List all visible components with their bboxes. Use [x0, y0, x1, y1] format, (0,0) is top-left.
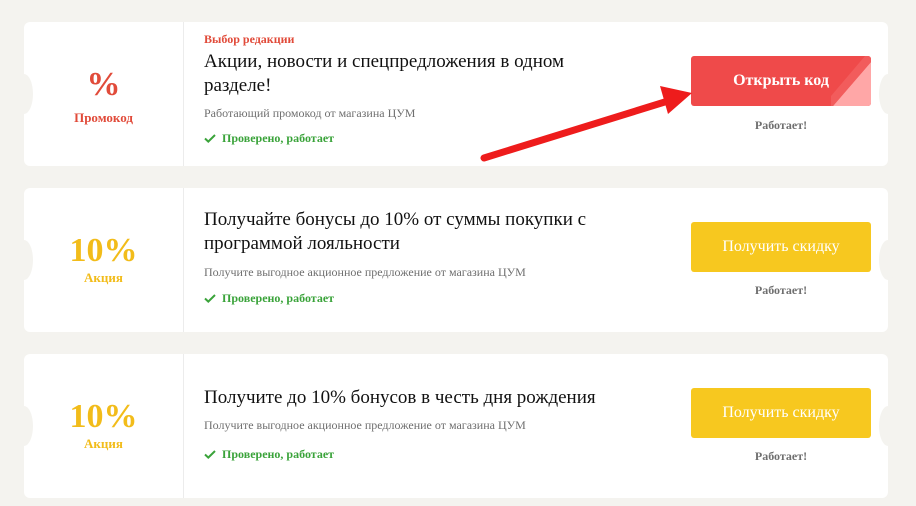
open-code-button[interactable]: Открыть код: [691, 56, 871, 106]
badge-value: 10%: [69, 398, 138, 435]
get-discount-button[interactable]: Получить скидку: [691, 388, 871, 438]
coupon-description: Получите выгодное акционное предложение …: [204, 265, 526, 279]
coupon-title[interactable]: Акции, новости и спецпредложения в одном…: [204, 50, 624, 98]
coupon-title-line: Получите до 10% бонусов в честь дня рожд…: [204, 387, 596, 408]
ticket-notch-right: [879, 74, 897, 114]
coupon-title-line: разделе!: [204, 75, 272, 96]
works-status: Работает!: [754, 283, 808, 297]
works-status: Работает!: [754, 118, 808, 132]
coupon-title-line: Получайте бонусы до 10% от суммы покупки…: [204, 209, 587, 230]
coupon-card-deal: 10% Акция Получайте бонусы до 10% от сум…: [15, 188, 897, 332]
coupon-divider: [183, 354, 184, 498]
verified-status: Проверено, работает: [204, 291, 624, 305]
coupon-description: Работающий промокод от магазина ЦУМ: [204, 106, 416, 120]
coupon-divider: [183, 22, 184, 166]
coupon-content: Получите до 10% бонусов в честь дня рожд…: [204, 386, 624, 461]
peel-corner-icon: [831, 56, 871, 106]
coupon-content: Получайте бонусы до 10% от суммы покупки…: [204, 208, 624, 305]
open-code-label: Открыть код: [733, 72, 829, 89]
coupon-title[interactable]: Получайте бонусы до 10% от суммы покупки…: [204, 208, 624, 256]
check-icon: [204, 293, 216, 303]
coupon-description: Получите выгодное акционное предложение …: [204, 418, 526, 432]
coupon-title-line: Акции, новости и спецпредложения в одном: [204, 51, 565, 72]
verified-text: Проверено, работает: [222, 131, 335, 145]
coupon-card-deal: 10% Акция Получите до 10% бонусов в чест…: [15, 354, 897, 498]
coupon-badge: 10% Акция: [24, 354, 183, 498]
check-icon: [204, 449, 216, 459]
coupon-content: Выбор редакции Акции, новости и спецпред…: [204, 32, 624, 145]
coupon-badge: % Промокод: [24, 22, 183, 166]
get-discount-button[interactable]: Получить скидку: [691, 222, 871, 272]
check-icon: [204, 133, 216, 143]
coupon-divider: [183, 188, 184, 332]
verified-text: Проверено, работает: [222, 447, 335, 461]
get-discount-label: Получить скидку: [722, 238, 840, 255]
get-discount-label: Получить скидку: [722, 404, 840, 421]
coupon-badge: 10% Акция: [24, 188, 183, 332]
verified-status: Проверено, работает: [204, 447, 624, 461]
badge-value: %: [86, 66, 121, 103]
verified-text: Проверено, работает: [222, 291, 335, 305]
coupon-card-promo: % Промокод Выбор редакции Акции, новости…: [15, 22, 897, 166]
badge-type: Промокод: [74, 110, 133, 125]
ticket-notch-right: [879, 406, 897, 446]
badge-type: Акция: [84, 436, 123, 451]
badge-value: 10%: [69, 232, 138, 269]
editors-choice-label: Выбор редакции: [204, 32, 295, 46]
works-status: Работает!: [754, 449, 808, 463]
coupon-title-line: программой лояльности: [204, 233, 400, 254]
coupon-title[interactable]: Получите до 10% бонусов в честь дня рожд…: [204, 386, 624, 410]
badge-type: Акция: [84, 270, 123, 285]
ticket-notch-right: [879, 240, 897, 280]
verified-status: Проверено, работает: [204, 131, 624, 145]
